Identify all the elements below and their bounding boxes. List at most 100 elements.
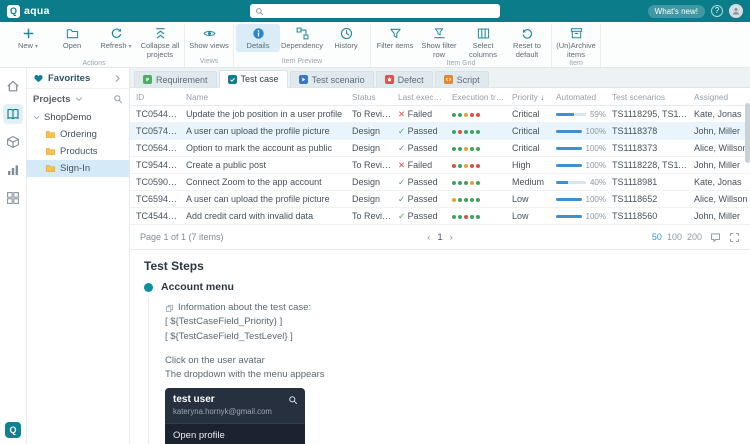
current-page[interactable]: 1 [437, 232, 442, 243]
cell-id: TC0574347 [130, 123, 180, 140]
page-size-200[interactable]: 200 [687, 232, 702, 242]
cell-test-scenarios[interactable]: TS1118378 [606, 123, 688, 140]
column-header-last-execution[interactable]: Last execution [392, 88, 446, 106]
rail-item-box[interactable] [3, 132, 23, 152]
rail-item-home[interactable] [3, 76, 23, 96]
tree-item-products[interactable]: Products [27, 143, 129, 160]
toolbar-button-refresh[interactable]: Refresh ▾ [94, 24, 138, 52]
execution-trend-dots [452, 147, 480, 151]
tab-label: Test case [241, 74, 279, 84]
scrollbar[interactable] [745, 89, 750, 444]
rail-item-chart[interactable] [3, 160, 23, 180]
toolbar-button-history[interactable]: History [324, 24, 368, 52]
toolbar-button-dependency[interactable]: Dependency [280, 24, 324, 52]
column-header-id[interactable]: ID [130, 88, 180, 106]
toolbar-button-open[interactable]: Open [50, 24, 94, 52]
cell-execution-trend [446, 174, 506, 191]
script-icon [444, 75, 453, 84]
toolbar-button-details[interactable]: Details [236, 24, 280, 52]
column-header-status[interactable]: Status [346, 88, 392, 106]
question-icon[interactable]: ? [711, 5, 723, 17]
app-logo-text: aqua [24, 5, 50, 17]
tree-item-ordering[interactable]: Ordering [27, 126, 129, 143]
test-steps-panel: Test Steps Account menu Information abou… [130, 250, 750, 444]
column-header-assigned[interactable]: Assigned [688, 88, 750, 106]
test-step[interactable]: Account menu [144, 281, 736, 293]
tab-label: Script [457, 75, 480, 85]
step-line: [ ${TestCaseField_TestLevel} ] [165, 330, 736, 344]
table-row[interactable]: TC6594347A user can upload the profile p… [130, 191, 750, 208]
cell-last-execution: ✓ Passed [392, 208, 446, 225]
cell-test-scenarios[interactable]: TS1118228, TS1118002 [606, 157, 688, 174]
automation-bar [556, 215, 582, 218]
toolbar-button-un-archive-items[interactable]: (Un)Archive items [554, 24, 598, 60]
scrollbar-thumb[interactable] [745, 103, 750, 163]
cell-test-scenarios[interactable]: TS1118373 [606, 140, 688, 157]
table-row[interactable]: TC0574347A user can upload the profile p… [130, 123, 750, 140]
toolbar-button-select-columns[interactable]: Select columns [461, 24, 505, 60]
search-input[interactable] [268, 6, 495, 16]
folder-icon [45, 129, 56, 140]
rail-item-grid[interactable] [3, 188, 23, 208]
step-screenshot[interactable]: test user kateryna.hornyk@gmail.com Open… [165, 388, 305, 444]
toolbar-button-show-views[interactable]: Show views [187, 24, 231, 52]
cell-assigned: Kate, Jonas [688, 106, 750, 123]
projects-header[interactable]: Projects [27, 89, 129, 109]
column-header-automated[interactable]: Automated [550, 88, 606, 106]
toolbar-button-collapse-all-projects[interactable]: Collapse all projects [138, 24, 182, 60]
tab-script[interactable]: Script [435, 71, 489, 87]
menu-item-open-profile[interactable]: Open profile [165, 423, 305, 444]
aqua-logo-small[interactable]: Q [5, 422, 21, 438]
cell-status: Design [346, 140, 392, 157]
passed-check-icon: ✓ [398, 126, 405, 136]
cell-last-execution: ✓ Passed [392, 191, 446, 208]
column-header-test-scenarios[interactable]: Test scenarios [606, 88, 688, 106]
failed-x-icon: ✕ [398, 109, 405, 119]
table-row[interactable]: TC0590348Connect Zoom to the app account… [130, 174, 750, 191]
toolbar-button-label: Details [247, 42, 270, 51]
tab-requirement[interactable]: Requirement [134, 71, 217, 87]
global-search[interactable] [250, 4, 500, 18]
cell-test-scenarios[interactable]: TS1118560 [606, 208, 688, 225]
tree-item-sign-in[interactable]: Sign-In [27, 160, 129, 177]
prev-page-button[interactable]: ‹ [427, 232, 430, 243]
icon-rail: Q [0, 68, 27, 444]
column-header-name[interactable]: Name [180, 88, 346, 106]
toolbar-button-label: Show views [189, 42, 229, 51]
table-row[interactable]: TC4544554Add credit card with invalid da… [130, 208, 750, 225]
whats-new-button[interactable]: What's new! [648, 5, 705, 18]
cell-test-scenarios[interactable]: TS1118981 [606, 174, 688, 191]
step-body: Information about the test case: [ ${Tes… [148, 297, 736, 444]
passed-check-icon: ✓ [398, 177, 405, 187]
page-size-100[interactable]: 100 [667, 232, 682, 242]
column-header-execution-trend[interactable]: Execution trend [446, 88, 506, 106]
toolbar-button-new[interactable]: New ▾ [6, 24, 50, 52]
avatar[interactable] [729, 4, 743, 18]
tab-test-scenario[interactable]: Test scenario [290, 71, 374, 87]
tab-defect[interactable]: Defect [376, 71, 433, 87]
rail-item-projects[interactable] [3, 104, 23, 124]
cell-status: Design [346, 191, 392, 208]
app-logo[interactable]: Q aqua [7, 5, 50, 18]
expand-icon[interactable] [729, 232, 740, 243]
reset-icon [521, 27, 534, 40]
cell-test-scenarios[interactable]: TS1118295, TS1118203 [606, 106, 688, 123]
tab-test-case[interactable]: Test case [219, 70, 288, 87]
table-row[interactable]: TC0544345Update the job position in a us… [130, 106, 750, 123]
sidebar: Favorites Projects ShopDemo Ordering Prod… [27, 68, 130, 444]
cell-test-scenarios[interactable]: TS1118652 [606, 191, 688, 208]
tree-item-label: Ordering [60, 129, 97, 140]
test-case-icon [228, 75, 237, 84]
project-search-icon[interactable] [113, 94, 123, 104]
toolbar-button-show-filter-row[interactable]: Show filter row [417, 24, 461, 60]
column-header-priority[interactable]: Priority ↓ [506, 88, 550, 106]
table-row[interactable]: TC9544340Create a public postTo Review✕ … [130, 157, 750, 174]
tree-item-shopdemo[interactable]: ShopDemo [27, 109, 129, 126]
comment-icon[interactable] [710, 232, 721, 243]
next-page-button[interactable]: › [450, 232, 453, 243]
table-row[interactable]: TC0564347Option to mark the account as p… [130, 140, 750, 157]
page-size-50[interactable]: 50 [652, 232, 662, 242]
toolbar-button-reset-to-default[interactable]: Reset to default [505, 24, 549, 60]
toolbar-button-filter-items[interactable]: Filter items [373, 24, 417, 52]
favorites-header[interactable]: Favorites [27, 68, 129, 89]
